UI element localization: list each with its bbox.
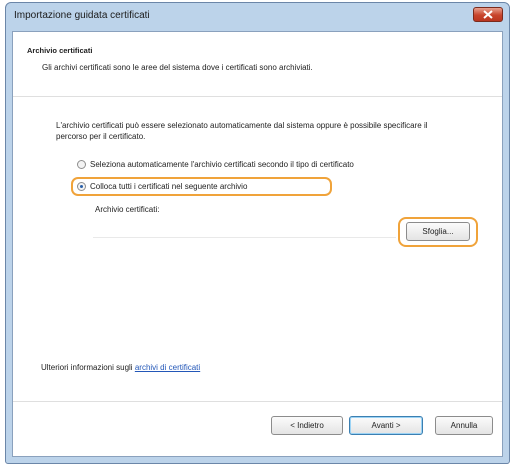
cancel-button[interactable]: Annulla: [435, 416, 493, 435]
wizard-window: Importazione guidata certificati Archivi…: [5, 2, 510, 464]
more-info: Ulteriori informazioni sugli archivi di …: [41, 363, 200, 372]
back-button[interactable]: < Indietro: [271, 416, 343, 435]
radio-place-all[interactable]: Colloca tutti i certificati nel seguente…: [77, 179, 247, 193]
header-divider: [13, 96, 502, 98]
radio-button-selected[interactable]: [77, 181, 86, 191]
intro-text: L'archivio certificati può essere selezi…: [56, 121, 428, 141]
browse-button[interactable]: Sfoglia...: [406, 222, 470, 241]
page-description: Gli archivi certificati sono le aree del…: [42, 63, 313, 72]
wizard-content: Archivio certificati Gli archivi certifi…: [12, 31, 503, 457]
window-title: Importazione guidata certificati: [14, 10, 150, 21]
radio-label: Seleziona automaticamente l'archivio cer…: [90, 159, 354, 169]
store-label: Archivio certificati:: [95, 205, 160, 214]
more-info-text: Ulteriori informazioni sugli: [41, 363, 133, 372]
page-title: Archivio certificati: [27, 46, 93, 55]
wizard-footer: < Indietro Avanti > Annulla: [13, 400, 502, 456]
radio-button[interactable]: [77, 159, 86, 169]
close-button[interactable]: [473, 7, 503, 22]
radio-label: Colloca tutti i certificati nel seguente…: [90, 181, 248, 191]
certificate-stores-link[interactable]: archivi di certificati: [135, 363, 200, 372]
next-button[interactable]: Avanti >: [349, 416, 423, 435]
close-icon: [483, 10, 493, 19]
wizard-header: Archivio certificati Gli archivi certifi…: [13, 32, 502, 96]
radio-auto-select[interactable]: Seleziona automaticamente l'archivio cer…: [77, 157, 354, 171]
store-field[interactable]: [93, 218, 396, 238]
